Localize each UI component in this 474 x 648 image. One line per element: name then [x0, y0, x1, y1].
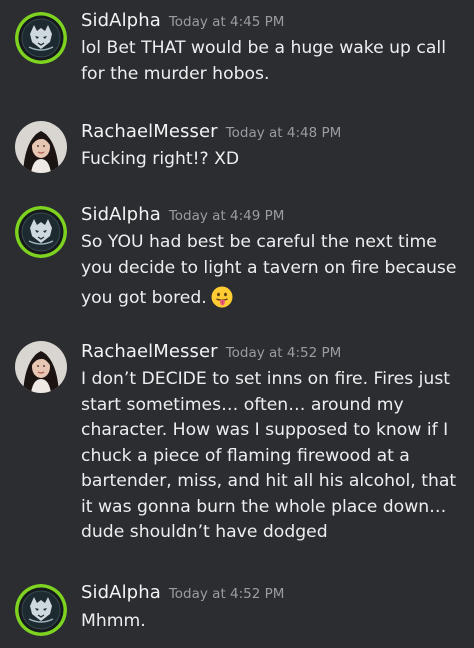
message-line: bartender, miss, and hit all his alcohol… [81, 471, 457, 491]
message-header: SidAlpha Today at 4:49 PM [81, 204, 284, 225]
author-name[interactable]: SidAlpha [81, 582, 161, 603]
message-timestamp[interactable]: Today at 4:48 PM [226, 125, 342, 141]
message-line-text: you got bored. [81, 288, 207, 308]
message-line: for the murder hobos. [81, 63, 270, 84]
message-timestamp[interactable]: Today at 4:52 PM [226, 345, 342, 361]
author-name[interactable]: RachaelMesser [81, 121, 218, 142]
message-line: dude shouldn’t have dodged [81, 522, 328, 542]
sidalpha-wolf-avatar-icon[interactable] [15, 12, 67, 64]
sidalpha-wolf-avatar-icon[interactable] [15, 584, 67, 636]
message-line: I don’t DECIDE to set inns on fire. Fire… [81, 369, 451, 389]
message-line: it was gonna burn the whole place down… [81, 496, 447, 517]
message-content: Mhmm. [81, 609, 466, 635]
message-line: chuck a piece of flaming firewood at a [81, 445, 410, 466]
message-line: Fucking right!? XD [81, 149, 240, 169]
message-timestamp[interactable]: Today at 4:45 PM [169, 14, 285, 30]
sidalpha-wolf-avatar-icon[interactable] [15, 206, 67, 258]
tongue-out-emoji-icon[interactable] [211, 286, 233, 317]
message-timestamp[interactable]: Today at 4:52 PM [169, 586, 285, 602]
message-line: start sometimes… often… around my [81, 394, 404, 415]
message-line: lol Bet THAT would be a huge wake up cal… [81, 38, 446, 58]
author-name[interactable]: SidAlpha [81, 204, 161, 225]
message-line: character. How was I supposed to know if… [81, 420, 449, 440]
message-content: lol Bet THAT would be a huge wake up cal… [81, 36, 466, 87]
message-content: I don’t DECIDE to set inns on fire. Fire… [81, 367, 466, 546]
message-content: Fucking right!? XD [81, 147, 466, 173]
message-line: Mhmm. [81, 611, 146, 631]
message-header: SidAlpha Today at 4:52 PM [81, 582, 284, 603]
message-content: So YOU had best be careful the next time… [81, 230, 466, 317]
rachaelmesser-portrait-avatar-icon[interactable] [15, 341, 67, 393]
author-name[interactable]: SidAlpha [81, 10, 161, 31]
rachaelmesser-portrait-avatar-icon[interactable] [15, 121, 67, 173]
message-header: RachaelMesser Today at 4:48 PM [81, 121, 341, 142]
chat-message-list: SidAlpha Today at 4:45 PM lol Bet THAT wo… [0, 0, 474, 648]
message-line: you decide to light a tavern on fire bec… [81, 257, 457, 278]
message-line: So YOU had best be careful the next time [81, 232, 437, 252]
message-header: RachaelMesser Today at 4:52 PM [81, 341, 341, 362]
author-name[interactable]: RachaelMesser [81, 341, 218, 362]
message-header: SidAlpha Today at 4:45 PM [81, 10, 284, 31]
message-timestamp[interactable]: Today at 4:49 PM [169, 208, 285, 224]
message-line: you got bored. [81, 286, 466, 317]
